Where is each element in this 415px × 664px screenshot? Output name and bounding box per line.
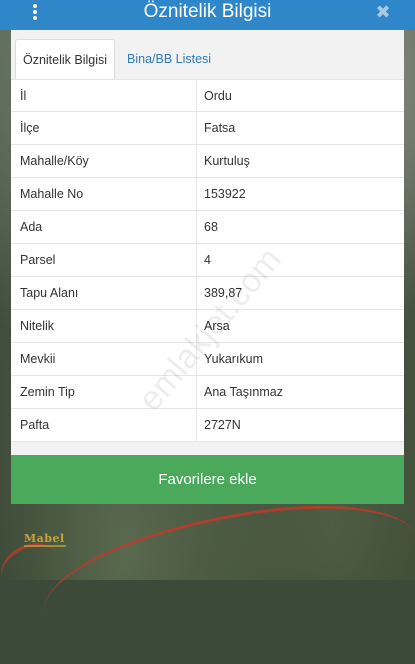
table-row-deed-area: Tapu Alanı 389,87 [11,277,404,310]
row-value: 153922 [204,187,246,201]
table-row-district: İlçe Fatsa [11,112,404,145]
row-label: Nitelik [11,310,197,342]
row-label: Pafta [11,409,197,441]
table-row-parcel: Parsel 4 [11,244,404,277]
close-icon[interactable]: ✖ [375,0,391,24]
dialog-title: Öznitelik Bilgisi [143,1,272,22]
row-value: Arsa [204,319,230,333]
row-label: İlçe [11,112,197,144]
attribute-panel: Öznitelik Bilgisi Bina/BB Listesi İl Ord… [11,30,404,504]
table-row-quality: Nitelik Arsa [11,310,404,343]
row-label: Mahalle No [11,178,197,210]
row-value: 68 [204,220,218,234]
row-value: 2727N [204,418,241,432]
tab-bar: Öznitelik Bilgisi Bina/BB Listesi [11,39,404,81]
row-value: 4 [204,253,211,267]
table-row-province: İl Ordu [11,79,404,112]
table-row-neighborhood-no: Mahalle No 153922 [11,178,404,211]
map-logo: Mabel [24,532,65,545]
table-row-ground-type: Zemin Tip Ana Taşınmaz [11,376,404,409]
tab-building-list[interactable]: Bina/BB Listesi [117,39,221,79]
tab-attribute-info[interactable]: Öznitelik Bilgisi [15,39,115,80]
table-row-block: Ada 68 [11,211,404,244]
row-value: Yukarıkum [204,352,264,366]
row-label: İl [11,80,197,112]
row-label: Mevkii [11,343,197,375]
row-label: Parsel [11,244,197,276]
row-label: Tapu Alanı [11,277,197,309]
row-label: Ada [11,211,197,243]
row-value: 389,87 [204,286,243,300]
row-value: Ordu [204,89,232,103]
table-row-sheet: Pafta 2727N [11,409,404,442]
table-row-locality: Mevkii Yukarıkum [11,343,404,376]
row-value: Fatsa [204,121,236,135]
dialog-header: Öznitelik Bilgisi ✖ [0,0,415,30]
attribute-table: İl Ordu İlçe Fatsa Mahalle/Köy Kurtuluş … [11,79,404,442]
row-value: Kurtuluş [204,154,250,168]
row-label: Zemin Tip [11,376,197,408]
row-value: Ana Taşınmaz [204,385,283,399]
add-to-favorites-button[interactable]: Favorilere ekle [11,455,404,504]
row-label: Mahalle/Köy [11,145,197,177]
map-logo-underline [24,545,66,547]
table-row-neighborhood: Mahalle/Köy Kurtuluş [11,145,404,178]
